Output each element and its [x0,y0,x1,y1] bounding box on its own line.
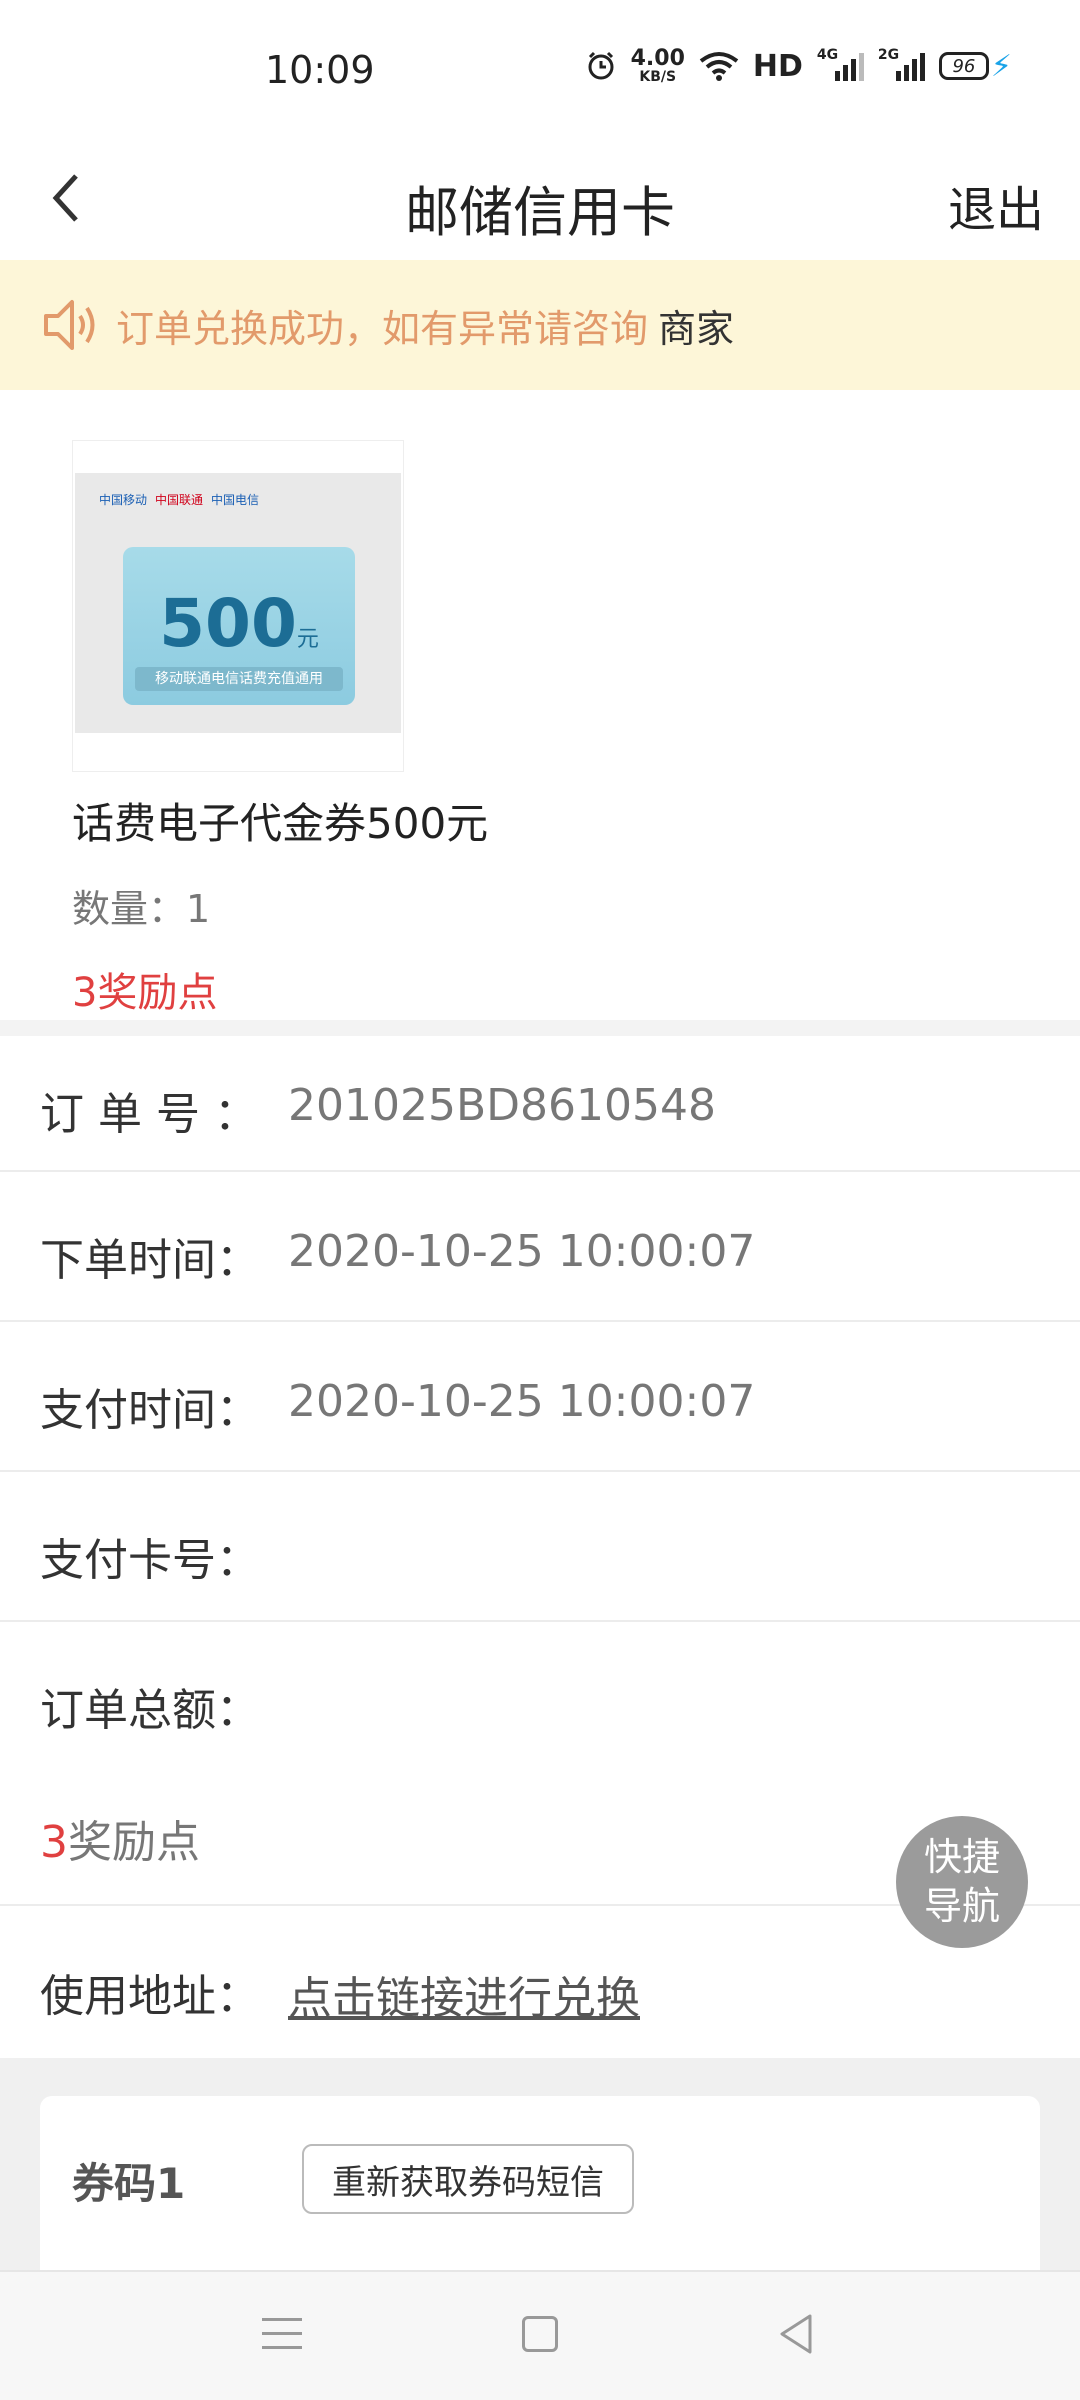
order-total-points-text: 奖励点 [68,1817,200,1868]
network-speed-value: 4.00 [630,46,685,71]
resend-coupon-sms-button[interactable]: 重新获取券码短信 [302,2144,634,2214]
exit-button[interactable]: 退出 [948,170,1044,240]
quick-nav-button[interactable]: 快捷 导航 [896,1816,1028,1948]
quick-nav-line1: 快捷 [923,1834,1000,1879]
china-unicom-logo: 中国联通 [155,493,204,507]
section-divider [0,1020,1080,1036]
voucher-card-background: 中国移动 中国联通 中国电信 500元 移动联通电信话费充值通用 [75,473,401,733]
product-section: 中国移动 中国联通 中国电信 500元 移动联通电信话费充值通用 话费电子代金券… [0,390,1080,1020]
product-image: 中国移动 中国联通 中国电信 500元 移动联通电信话费充值通用 [72,440,404,772]
home-icon[interactable] [522,2316,558,2352]
pay-card-row: 支付卡号： [0,1472,1080,1622]
sim2-label: 2G [877,47,900,63]
order-time-row: 下单时间： 2020-10-25 10:00:07 [0,1172,1080,1322]
redeem-link[interactable]: 点击链接进行兑换 [288,1962,640,2026]
coupon-code-label: 券码1 [72,2159,186,2208]
pay-card-label: 支付卡号： [40,1535,260,1586]
network-speed: 4.00 KB/S [630,46,685,85]
notice-text: 订单兑换成功，如有异常请咨询 [116,306,649,351]
use-address-label: 使用地址： [40,1971,260,2022]
order-total-points: 3奖励点 [40,1806,200,1870]
notice-banner: 订单兑换成功，如有异常请咨询 商家 [0,260,1080,390]
charging-icon: ⚡ [990,48,1012,84]
sim2-signal-icon: 2G [878,47,925,81]
voucher-value: 500元 [123,585,355,662]
battery-icon: 96 ⚡ [938,48,1012,84]
menu-icon[interactable] [262,2318,302,2354]
order-number-label: 订 单 号 ： [40,1089,258,1140]
order-number-row: 订 单 号 ： 201025BD8610548 [0,1036,1080,1172]
pay-time-row: 支付时间： 2020-10-25 10:00:07 [0,1322,1080,1472]
product-points: 3奖励点 [72,970,218,1016]
order-time-value: 2020-10-25 10:00:07 [288,1226,756,1277]
voucher-strip: 移动联通电信话费充值通用 [135,667,343,691]
page-title: 邮储信用卡 [405,181,675,244]
carrier-logos: 中国移动 中国联通 中国电信 [99,491,259,508]
order-total-label: 订单总额： [40,1685,260,1736]
sim1-signal-icon: 4G [817,47,864,81]
back-triangle-icon[interactable] [776,2312,816,2356]
voucher-amount: 500 [159,585,297,662]
speaker-icon [44,300,95,350]
quick-nav-line2: 导航 [923,1884,1000,1928]
order-time-label: 下单时间： [40,1235,260,1286]
china-telecom-logo: 中国电信 [211,493,260,507]
order-number-value: 201025BD8610548 [288,1080,716,1131]
order-total-points-number: 3 [40,1817,68,1868]
voucher-unit: 元 [296,627,319,652]
voucher-card: 500元 移动联通电信话费充值通用 [123,547,355,705]
pay-time-value: 2020-10-25 10:00:07 [288,1376,756,1427]
status-time: 10:09 [265,48,375,92]
nav-bar: 邮储信用卡 退出 [0,140,1080,260]
battery-level: 96 [938,52,989,80]
status-bar: 10:09 4.00 KB/S HD 4G 2G 96 ⚡ [0,0,1080,140]
product-name: 话费电子代金券500元 [72,799,489,848]
merchant-link[interactable]: 商家 [658,298,734,353]
hd-indicator: HD [752,48,803,84]
system-nav-bar [0,2270,1080,2400]
product-quantity: 数量：1 [72,887,211,931]
wifi-icon [699,52,739,81]
sim1-label: 4G [816,47,839,63]
status-icons: 4.00 KB/S HD 4G 2G 96 ⚡ [585,46,1012,85]
china-mobile-logo: 中国移动 [99,493,148,507]
network-speed-unit: KB/S [639,69,677,85]
alarm-icon [588,51,614,80]
pay-time-label: 支付时间： [40,1385,260,1436]
